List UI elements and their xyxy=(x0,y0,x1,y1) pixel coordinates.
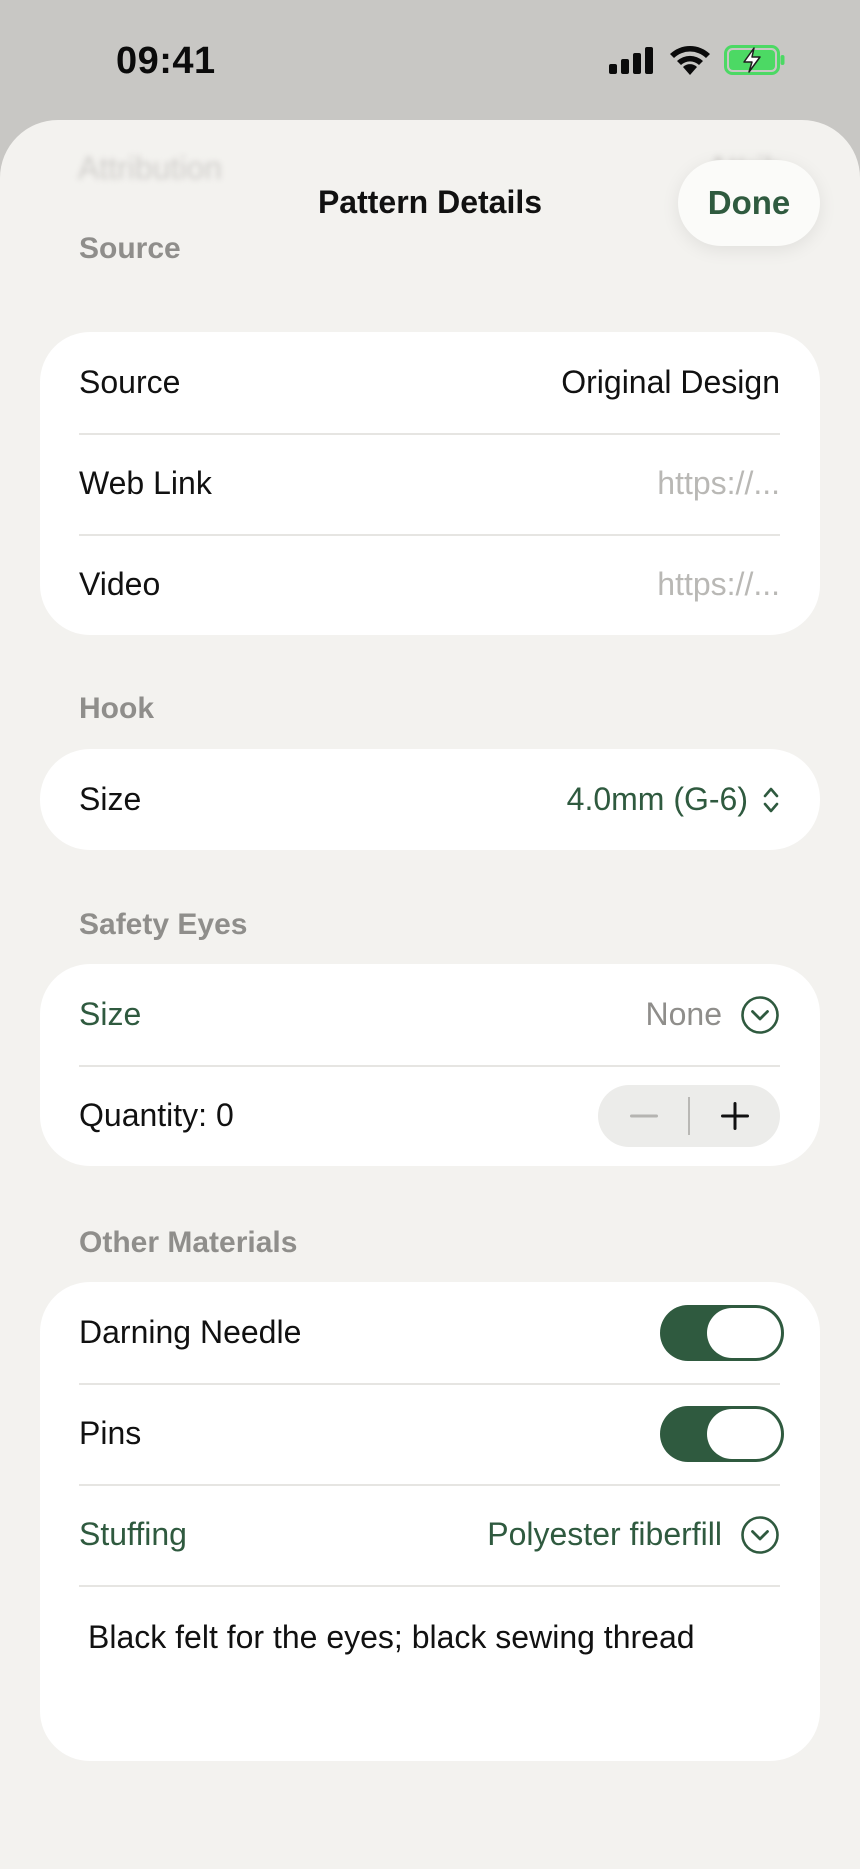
plus-icon xyxy=(720,1101,749,1130)
section-label-other-materials: Other Materials xyxy=(79,1226,298,1259)
eyes-size-picker[interactable]: None xyxy=(646,995,781,1035)
web-link-field[interactable]: https://... xyxy=(657,465,780,502)
stepper-divider xyxy=(688,1096,690,1135)
eyes-size-label: Size xyxy=(79,996,142,1032)
quantity-stepper[interactable] xyxy=(598,1084,780,1147)
done-button[interactable]: Done xyxy=(678,160,820,246)
source-label: Source xyxy=(79,364,181,400)
video-row[interactable]: Video https://... xyxy=(40,534,820,635)
increment-button[interactable] xyxy=(689,1085,780,1147)
stuffing-picker[interactable]: Polyester fiberfill xyxy=(487,1515,780,1555)
eyes-quantity-label: Quantity: 0 xyxy=(79,1097,234,1133)
source-row[interactable]: Source Original Design xyxy=(40,332,820,433)
hook-card: Size 4.0mm (G-6) xyxy=(40,749,820,850)
hook-size-label: Size xyxy=(79,781,142,817)
status-icons xyxy=(608,44,786,76)
section-label-source: Source xyxy=(79,232,181,265)
hook-size-row[interactable]: Size 4.0mm (G-6) xyxy=(40,749,820,850)
source-value: Original Design xyxy=(561,364,780,400)
safety-eyes-card: Size None Quantity: 0 xyxy=(40,964,820,1166)
pins-label: Pins xyxy=(79,1415,142,1451)
source-card: Source Original Design Web Link https://… xyxy=(40,332,820,635)
eyes-quantity-row: Quantity: 0 xyxy=(40,1065,820,1166)
eyes-size-value: None xyxy=(645,996,723,1032)
status-time: 09:41 xyxy=(116,40,216,82)
wifi-icon xyxy=(670,46,710,75)
pattern-details-sheet: Attribution Attrib Pattern Details Done … xyxy=(0,120,860,1869)
chevron-down-circle-icon xyxy=(741,995,779,1034)
web-link-row[interactable]: Web Link https://... xyxy=(40,433,820,534)
video-label: Video xyxy=(79,566,161,602)
battery-charging-icon xyxy=(724,45,785,75)
other-materials-card: Darning Needle Pins Stuffing Polyester f… xyxy=(40,1282,820,1761)
web-link-label: Web Link xyxy=(79,465,212,501)
pins-toggle[interactable] xyxy=(660,1405,784,1462)
darning-needle-label: Darning Needle xyxy=(79,1314,302,1350)
section-label-safety-eyes: Safety Eyes xyxy=(79,908,248,941)
video-field[interactable]: https://... xyxy=(657,566,780,603)
chevron-down-circle-icon xyxy=(741,1515,779,1554)
pins-row: Pins xyxy=(40,1383,820,1484)
toggle-knob xyxy=(707,1408,781,1459)
stuffing-label: Stuffing xyxy=(79,1516,187,1552)
hook-size-value: 4.0mm (G-6) xyxy=(566,781,748,817)
chevron-up-down-icon xyxy=(763,787,779,812)
toggle-knob xyxy=(707,1307,781,1358)
stuffing-row[interactable]: Stuffing Polyester fiberfill xyxy=(40,1484,820,1585)
signal-icon xyxy=(609,47,653,74)
hook-size-picker[interactable]: 4.0mm (G-6) xyxy=(567,781,780,818)
decrement-button[interactable] xyxy=(598,1085,689,1147)
status-bar: 09:41 xyxy=(0,0,860,120)
darning-needle-toggle[interactable] xyxy=(660,1304,784,1361)
darning-needle-row: Darning Needle xyxy=(40,1282,820,1383)
section-label-hook: Hook xyxy=(79,692,154,725)
eyes-size-row[interactable]: Size None xyxy=(40,964,820,1065)
minus-icon xyxy=(629,1114,658,1117)
stuffing-value: Polyester fiberfill xyxy=(487,1516,722,1552)
notes-field[interactable]: Black felt for the eyes; black sewing th… xyxy=(40,1585,820,1761)
